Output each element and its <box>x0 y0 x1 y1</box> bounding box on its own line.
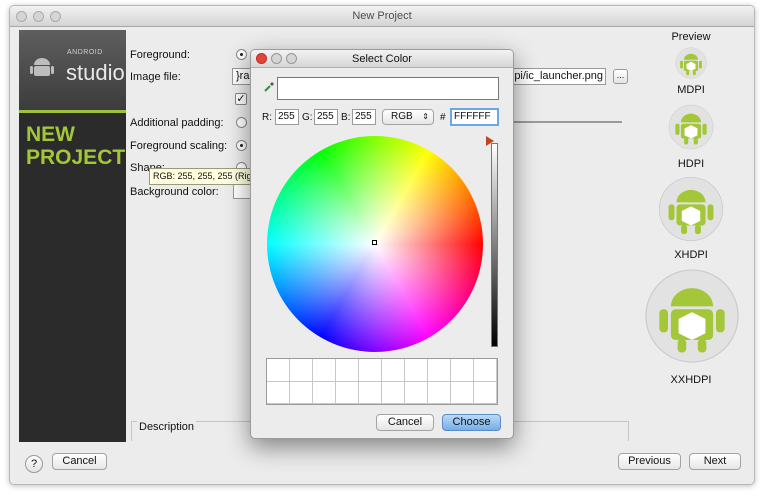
background-color-label: Background color: <box>130 186 219 198</box>
brand-header: ANDROID studio <box>19 30 126 110</box>
logo-android-text: ANDROID <box>67 49 103 56</box>
color-tooltip: RGB: 255, 255, 255 (Righ <box>149 168 261 185</box>
recent-colors-palette[interactable] <box>266 358 498 405</box>
r-label: R: <box>262 112 272 123</box>
choose-button[interactable]: Choose <box>442 414 501 431</box>
zoom-window-button[interactable] <box>50 11 61 22</box>
palette-swatch[interactable] <box>405 359 428 382</box>
brand-panel: ANDROID studio NEW PROJECT <box>19 30 126 442</box>
image-file-field-tail[interactable]: pi/ic_launcher.png <box>510 68 606 85</box>
g-field[interactable]: 255 <box>314 109 338 125</box>
palette-swatch[interactable] <box>336 359 359 382</box>
xxhdpi-icon-preview <box>645 269 739 363</box>
palette-swatch[interactable] <box>267 359 290 382</box>
new-project-text: NEW PROJECT <box>26 123 126 169</box>
palette-swatch[interactable] <box>267 381 290 404</box>
image-file-label: Image file: <box>130 71 181 83</box>
brightness-slider[interactable] <box>491 143 498 347</box>
palette-swatch[interactable] <box>336 381 359 404</box>
help-button[interactable]: ? <box>25 455 43 473</box>
close-window-button[interactable] <box>16 11 27 22</box>
minimize-window-button[interactable] <box>33 11 44 22</box>
foreground-label: Foreground: <box>130 49 190 61</box>
eyedropper-icon[interactable] <box>263 81 275 93</box>
cancel-button[interactable]: Cancel <box>52 453 107 470</box>
palette-swatch[interactable] <box>359 359 382 382</box>
xhdpi-label: XHDPI <box>674 249 708 261</box>
background-color-swatch[interactable] <box>233 184 251 199</box>
color-mode-value: RGB <box>391 111 413 122</box>
hdpi-label: HDPI <box>677 158 705 170</box>
browse-button[interactable]: ... <box>613 69 628 84</box>
foreground-image-radio[interactable] <box>236 49 247 60</box>
xxhdpi-label: XXHDPI <box>670 374 712 386</box>
palette-swatch[interactable] <box>405 381 428 404</box>
brand-divider <box>19 110 126 113</box>
b-field[interactable]: 255 <box>352 109 376 125</box>
title-bar: New Project <box>10 6 754 27</box>
foreground-scaling-label: Foreground scaling: <box>130 140 228 152</box>
additional-padding-label: Additional padding: <box>130 117 224 129</box>
palette-swatch[interactable] <box>382 359 405 382</box>
previous-button[interactable]: Previous <box>618 453 681 470</box>
palette-swatch[interactable] <box>359 381 382 404</box>
palette-swatch[interactable] <box>428 359 451 382</box>
preview-title: Preview <box>671 31 711 43</box>
dialog-cancel-button[interactable]: Cancel <box>376 414 434 431</box>
color-preview-field[interactable] <box>277 77 499 100</box>
select-color-dialog: Select Color R: 255 G: 255 B: 255 RGB ⇕ … <box>250 49 514 439</box>
padding-slider-thumb[interactable] <box>236 117 247 128</box>
palette-swatch[interactable] <box>451 359 474 382</box>
window-title: New Project <box>352 10 412 22</box>
palette-swatch[interactable] <box>451 381 474 404</box>
updown-arrows-icon: ⇕ <box>422 112 429 121</box>
description-label: Description <box>137 421 197 433</box>
hex-field[interactable]: FFFFFF <box>450 108 499 126</box>
color-mode-select[interactable]: RGB ⇕ <box>382 109 434 125</box>
r-field[interactable]: 255 <box>275 109 299 125</box>
logo-studio-text: studio <box>66 60 125 85</box>
color-wheel-cursor[interactable] <box>372 240 377 245</box>
palette-swatch[interactable] <box>290 359 313 382</box>
palette-swatch[interactable] <box>474 359 497 382</box>
hdpi-icon-preview <box>668 104 714 150</box>
dialog-minimize-button[interactable] <box>271 53 282 64</box>
dialog-close-button[interactable] <box>256 53 267 64</box>
hash-label: # <box>440 112 446 123</box>
palette-swatch[interactable] <box>428 381 451 404</box>
dialog-zoom-button[interactable] <box>286 53 297 64</box>
scaling-crop-radio[interactable] <box>236 140 247 151</box>
mdpi-icon-preview <box>675 47 707 79</box>
palette-swatch[interactable] <box>382 381 405 404</box>
palette-swatch[interactable] <box>474 381 497 404</box>
palette-swatch[interactable] <box>290 381 313 404</box>
palette-swatch[interactable] <box>313 359 336 382</box>
next-button[interactable]: Next <box>689 453 741 470</box>
dialog-title: Select Color <box>352 53 412 65</box>
palette-swatch[interactable] <box>313 381 336 404</box>
padding-slider-track[interactable] <box>510 121 622 123</box>
g-label: G: <box>302 112 313 123</box>
android-robot-icon <box>30 58 54 76</box>
mdpi-label: MDPI <box>677 84 705 96</box>
b-label: B: <box>341 112 351 123</box>
new-project-heading: NEW PROJECT <box>26 123 125 169</box>
xhdpi-icon-preview <box>658 176 724 242</box>
dialog-title-bar: Select Color <box>251 50 513 68</box>
trim-checkbox[interactable]: ✓ <box>235 93 247 105</box>
